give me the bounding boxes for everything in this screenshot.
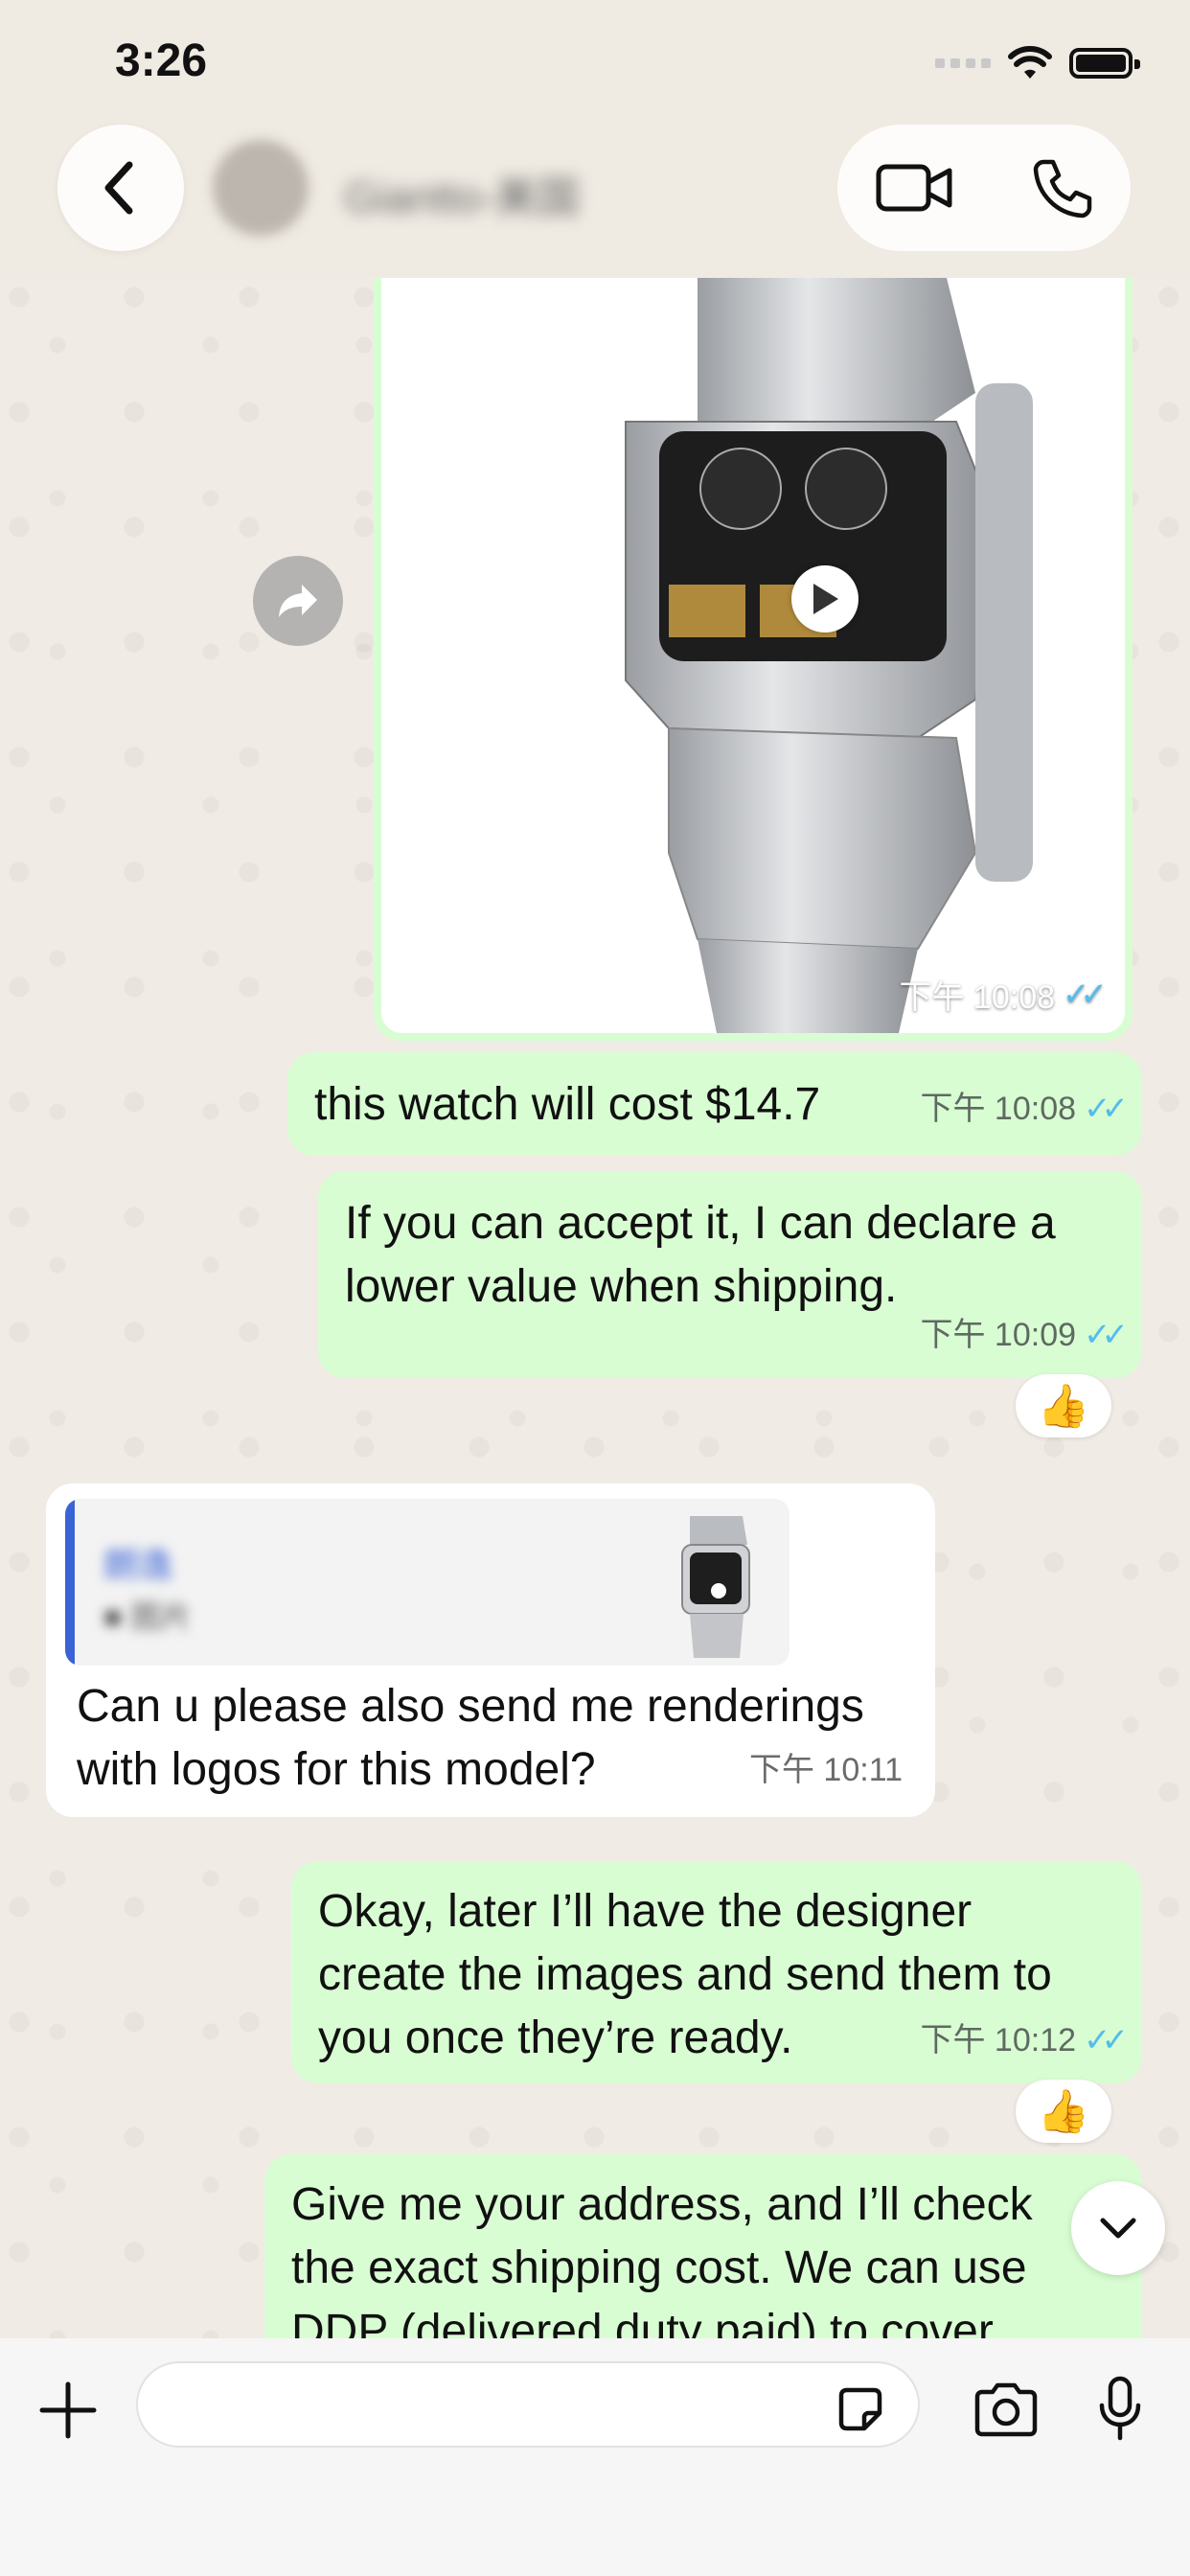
message-text-line: create the images and send them to: [318, 1949, 1052, 2000]
outgoing-message[interactable]: Okay, later I’ll have the designer creat…: [291, 1861, 1142, 2083]
message-text-line: If you can accept it, I can declare a: [345, 1198, 1056, 1249]
message-text-line: with logos for this model?: [77, 1744, 596, 1795]
message-composer: [0, 2338, 1190, 2576]
battery-icon: [1069, 48, 1140, 79]
quote-accent-bar: [65, 1499, 75, 1666]
message-meta: 下午 10:09 ✓✓: [920, 1303, 1129, 1367]
watch-image: [381, 278, 1125, 1033]
camera-icon: [974, 2382, 1038, 2437]
message-text-line: Can u please also send me renderings: [77, 1681, 864, 1732]
forward-button[interactable]: [253, 556, 343, 646]
cellular-signal-icon: [935, 58, 991, 68]
message-time: 下午 10:12: [920, 2022, 1077, 2058]
forward-arrow-icon: [279, 585, 317, 617]
message-input[interactable]: [136, 2361, 920, 2448]
contact-name[interactable]: Giantto-美国: [345, 163, 580, 224]
sticker-button[interactable]: [832, 2380, 889, 2438]
chat-screen: 3:26 Giantto-美国 下午 10:08 ✓✓ this watch w…: [0, 0, 1190, 2576]
read-receipt-icon: ✓✓: [1084, 1091, 1129, 1127]
read-receipt-icon: ✓✓: [1063, 976, 1108, 1013]
message-text-line: the exact shipping cost. We can use: [291, 2242, 1027, 2293]
read-receipt-icon: ✓✓: [1084, 1317, 1129, 1353]
video-message[interactable]: 下午 10:08 ✓✓: [374, 278, 1133, 1041]
outgoing-message[interactable]: this watch will cost $14.7 下午 10:08 ✓✓: [287, 1052, 1142, 1156]
video-camera-icon[interactable]: [875, 161, 955, 215]
message-meta: 下午 10:12 ✓✓: [920, 2009, 1129, 2072]
message-text-line: Okay, later I’ll have the designer: [318, 1886, 973, 1937]
message-time: 下午 10:08: [920, 1091, 1077, 1127]
sticker-icon: [838, 2387, 882, 2431]
play-button[interactable]: [791, 565, 858, 632]
quote-label: ■ 图片: [103, 1599, 193, 1634]
call-actions: [837, 125, 1131, 251]
message-text: this watch will cost $14.7: [314, 1079, 821, 1130]
chevron-down-icon: [1100, 2218, 1136, 2239]
read-receipt-icon: ✓✓: [1084, 2022, 1129, 2058]
wifi-icon: [1008, 46, 1052, 79]
message-text-line: Give me your address, and I’ll check: [291, 2179, 1033, 2230]
status-time: 3:26: [115, 35, 208, 86]
message-meta: 下午 10:11: [749, 1738, 903, 1802]
status-indicators: [935, 46, 1140, 80]
microphone-icon: [1099, 2376, 1141, 2441]
reaction-badge[interactable]: 👍: [1016, 2080, 1111, 2143]
message-meta: 下午 10:08 ✓✓: [899, 971, 1108, 1018]
outgoing-message[interactable]: If you can accept it, I can declare a lo…: [318, 1171, 1142, 1378]
message-time: 下午 10:11: [748, 1752, 903, 1788]
camera-button[interactable]: [968, 2377, 1044, 2444]
scroll-to-bottom-button[interactable]: [1071, 2181, 1165, 2275]
chevron-left-icon: [104, 161, 133, 215]
incoming-message[interactable]: 朗逸 ■ 图片 Can u please also send me render…: [46, 1484, 935, 1817]
message-time: 下午 10:09: [920, 1317, 1077, 1353]
attach-button[interactable]: [34, 2377, 102, 2444]
video-thumbnail[interactable]: 下午 10:08 ✓✓: [381, 278, 1125, 1033]
quoted-message[interactable]: 朗逸 ■ 图片: [65, 1499, 790, 1666]
quote-thumbnail: [652, 1506, 776, 1660]
play-icon: [813, 584, 838, 614]
message-time: 下午 10:08: [899, 979, 1056, 1016]
voice-message-button[interactable]: [1087, 2371, 1154, 2448]
message-meta: 下午 10:08 ✓✓: [920, 1077, 1129, 1140]
contact-avatar[interactable]: [213, 140, 309, 236]
reaction-badge[interactable]: 👍: [1016, 1374, 1111, 1438]
plus-icon: [39, 2381, 97, 2439]
phone-icon[interactable]: [1030, 156, 1093, 219]
back-button[interactable]: [57, 125, 184, 251]
